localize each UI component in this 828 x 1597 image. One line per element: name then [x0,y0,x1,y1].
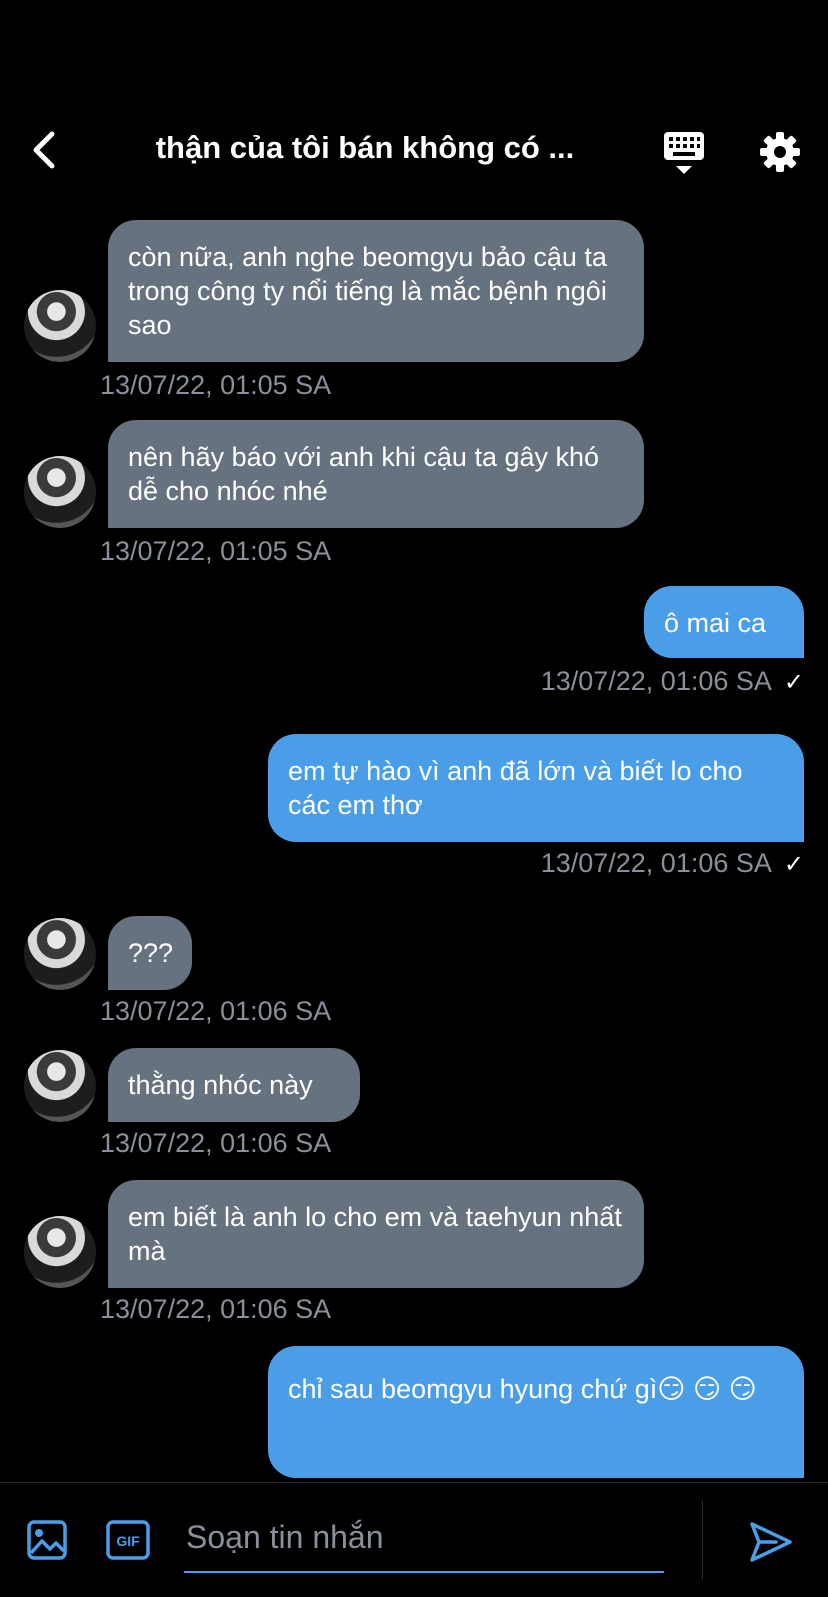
avatar[interactable] [24,456,96,528]
keyboard-icon[interactable] [660,128,708,176]
message-timestamp: 13/07/22, 01:05 SA [100,536,332,566]
outgoing-message[interactable]: ô mai ca [644,586,804,658]
incoming-message[interactable]: còn nữa, anh nghe beomgyu bảo cậu ta tro… [108,220,644,362]
avatar[interactable] [24,1050,96,1122]
read-check-icon: ✓ [783,669,804,696]
incoming-message[interactable]: ??? [108,916,192,990]
message-composer: GIF [0,1482,828,1597]
message-timestamp: 13/07/22, 01:05 SA [100,370,332,400]
incoming-message[interactable]: em biết là anh lo cho em và taehyun nhất… [108,1180,644,1288]
image-icon[interactable] [26,1519,68,1561]
avatar[interactable] [24,918,96,990]
message-timestamp: 13/07/22, 01:06 SA ✓ [541,666,804,697]
message-input-wrapper[interactable] [184,1501,668,1573]
composer-divider [702,1501,703,1579]
conversation-title[interactable]: thận của tôi bán không có ... [130,130,600,166]
read-check-icon: ✓ [783,851,804,878]
send-icon[interactable] [748,1519,794,1565]
chevron-left-icon[interactable] [24,128,68,172]
gear-icon[interactable] [758,130,802,174]
timestamp-text: 13/07/22, 01:06 SA [540,848,772,878]
chat-header: thận của tôi bán không có ... [0,120,828,180]
avatar[interactable] [24,1216,96,1288]
message-list[interactable]: còn nữa, anh nghe beomgyu bảo cậu ta tro… [0,210,828,1480]
message-input[interactable] [184,1501,668,1573]
message-timestamp: 13/07/22, 01:06 SA [100,996,332,1026]
timestamp-text: 13/07/22, 01:06 SA [540,666,772,696]
message-timestamp: 13/07/22, 01:06 SA ✓ [541,848,804,879]
message-timestamp: 13/07/22, 01:06 SA [100,1294,332,1324]
gif-label: GIF [116,1533,140,1549]
outgoing-message[interactable]: chỉ sau beomgyu hyung chứ gì😏 😏 😏 [268,1346,804,1478]
incoming-message[interactable]: nên hãy báo với anh khi cậu ta gây khó d… [108,420,644,528]
gif-icon[interactable]: GIF [106,1519,150,1561]
incoming-message[interactable]: thằng nhóc này [108,1048,360,1122]
outgoing-message[interactable]: em tự hào vì anh đã lớn và biết lo cho c… [268,734,804,842]
message-timestamp: 13/07/22, 01:06 SA [100,1128,332,1158]
avatar[interactable] [24,290,96,362]
